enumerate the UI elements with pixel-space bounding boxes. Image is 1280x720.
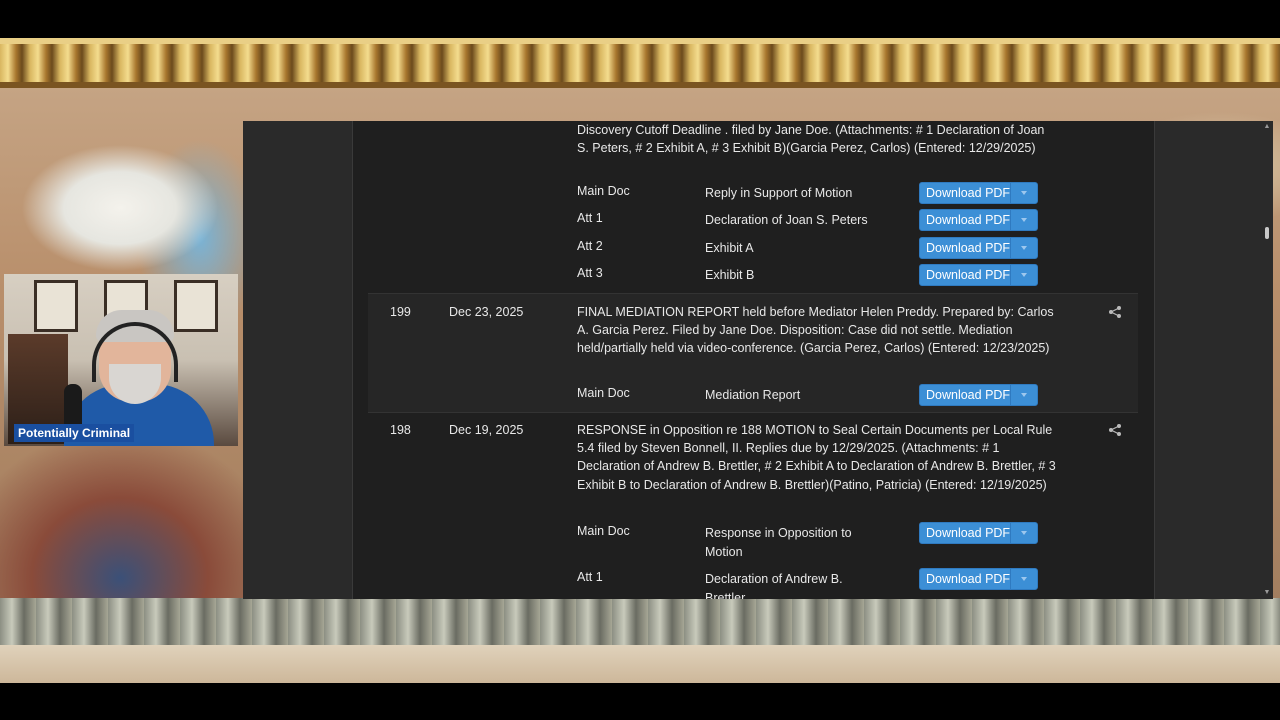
entry-text: Discovery Cutoff Deadline . filed by Jan… <box>577 123 1045 156</box>
share-icon[interactable] <box>1108 305 1122 319</box>
download-pdf-label: Download PDF <box>926 526 1011 540</box>
download-pdf-label: Download PDF <box>926 186 1011 200</box>
docket-entry: 198 Dec 19, 2025 RESPONSE in Opposition … <box>368 412 1138 599</box>
scroll-thumb[interactable] <box>1265 227 1269 239</box>
download-pdf-label: Download PDF <box>926 388 1011 402</box>
wall-plaque <box>34 280 78 332</box>
download-pdf-label: Download PDF <box>926 268 1011 282</box>
webcam-overlay: Potentially Criminal <box>4 274 238 446</box>
share-icon[interactable] <box>1108 423 1122 437</box>
docket-browser-capture: Discovery Cutoff Deadline . filed by Jan… <box>243 121 1273 599</box>
docket-entry: 199 Dec 23, 2025 FINAL MEDIATION REPORT … <box>368 293 1138 413</box>
doc-label: Att 2 <box>577 239 603 253</box>
scroll-up-icon[interactable]: ▲ <box>1263 123 1271 131</box>
doc-description: Response in Opposition to Motion <box>705 526 852 559</box>
document-line: Main Doc Reply in Support of Motion Down… <box>577 182 1052 204</box>
doc-label: Main Doc <box>577 386 630 400</box>
chevron-down-icon[interactable] <box>1010 210 1037 230</box>
doc-description: Declaration of Joan S. Peters <box>705 213 868 227</box>
scroll-down-icon[interactable]: ▼ <box>1263 589 1271 597</box>
download-pdf-label: Download PDF <box>926 213 1011 227</box>
chevron-down-icon[interactable] <box>1010 265 1037 285</box>
entry-text: RESPONSE in Opposition re 188 MOTION to … <box>577 423 1056 492</box>
doc-description: Mediation Report <box>705 388 801 402</box>
download-pdf-button[interactable]: Download PDF <box>919 237 1038 259</box>
download-pdf-label: Download PDF <box>926 241 1011 255</box>
doc-description: Declaration of Andrew B. Brettler <box>705 572 843 599</box>
download-pdf-button[interactable]: Download PDF <box>919 264 1038 286</box>
chevron-down-icon[interactable] <box>1010 238 1037 258</box>
gilded-frame-top <box>0 38 1280 88</box>
entry-number: 199 <box>390 305 411 319</box>
screen: Discovery Cutoff Deadline . filed by Jan… <box>0 0 1280 720</box>
chevron-down-icon[interactable] <box>1010 523 1037 543</box>
doc-label: Main Doc <box>577 524 630 538</box>
doc-label: Att 3 <box>577 266 603 280</box>
vertical-scrollbar[interactable]: ▲ ▼ <box>1261 121 1273 599</box>
entry-date: Dec 23, 2025 <box>449 305 524 319</box>
chevron-down-icon[interactable] <box>1010 183 1037 203</box>
doc-label: Att 1 <box>577 570 603 584</box>
entry-date: Dec 19, 2025 <box>449 423 524 437</box>
doc-label: Main Doc <box>577 184 630 198</box>
letterbox-bottom <box>0 683 1280 720</box>
download-pdf-button[interactable]: Download PDF <box>919 209 1038 231</box>
doc-label: Att 1 <box>577 211 603 225</box>
download-pdf-button[interactable]: Download PDF <box>919 522 1038 544</box>
docket-entry: Discovery Cutoff Deadline . filed by Jan… <box>368 121 1138 293</box>
chevron-down-icon[interactable] <box>1010 385 1037 405</box>
chevron-down-icon[interactable] <box>1010 569 1037 589</box>
document-line: Att 2 Exhibit A Download PDF <box>577 237 1052 259</box>
wall-plaque <box>174 280 218 332</box>
document-line: Main Doc Response in Opposition to Motio… <box>577 522 1052 562</box>
entry-number: 198 <box>390 423 411 437</box>
download-pdf-label: Download PDF <box>926 572 1011 586</box>
doc-description: Reply in Support of Motion <box>705 186 853 200</box>
frame-bottom-band <box>0 645 1280 683</box>
letterbox-top <box>0 0 1280 38</box>
doc-description: Exhibit B <box>705 268 755 282</box>
entry-text: FINAL MEDIATION REPORT held before Media… <box>577 305 1054 356</box>
download-pdf-button[interactable]: Download PDF <box>919 182 1038 204</box>
doc-description: Exhibit A <box>705 241 754 255</box>
document-line: Att 1 Declaration of Joan S. Peters Down… <box>577 209 1052 231</box>
document-line: Att 3 Exhibit B Download PDF <box>577 264 1052 286</box>
document-line: Main Doc Mediation Report Download PDF <box>577 384 1052 406</box>
download-pdf-button[interactable]: Download PDF <box>919 384 1038 406</box>
document-line: Att 1 Declaration of Andrew B. Brettler … <box>577 568 1052 599</box>
download-pdf-button[interactable]: Download PDF <box>919 568 1038 590</box>
presenter-name-tag: Potentially Criminal <box>14 424 135 442</box>
